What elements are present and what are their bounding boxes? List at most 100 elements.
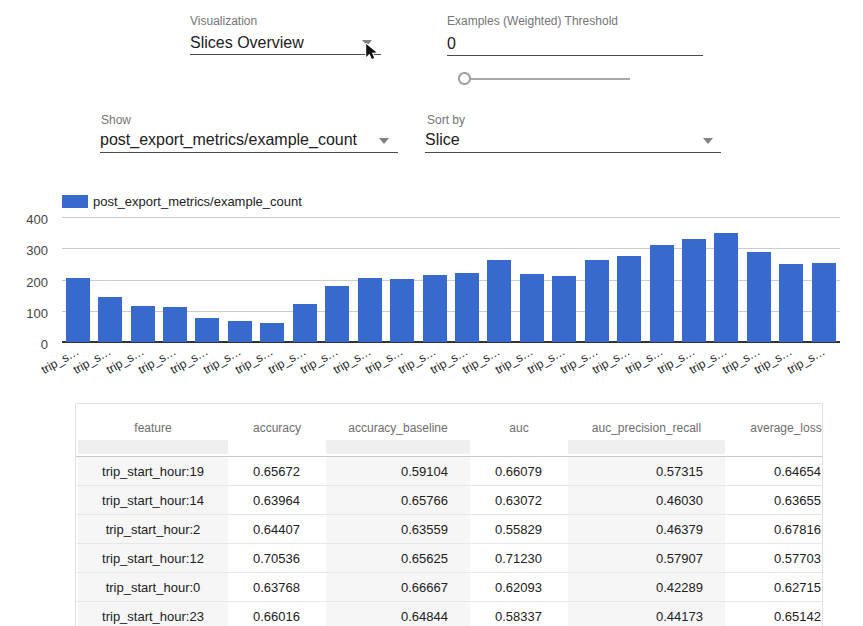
metric-cell: 0.64407 <box>230 515 324 543</box>
bar[interactable] <box>163 307 187 341</box>
bar[interactable] <box>520 274 544 342</box>
bar[interactable] <box>423 275 447 341</box>
filter-input[interactable] <box>568 440 725 454</box>
table-row[interactable]: trip_start_hour:20.644070.635590.55829 0.… <box>76 514 823 543</box>
y-axis-tick-label: 200 <box>8 276 48 289</box>
bar[interactable] <box>260 323 284 342</box>
bar[interactable] <box>812 263 836 342</box>
filter-input[interactable] <box>474 440 564 454</box>
bar[interactable] <box>714 233 738 342</box>
metric-cell: 0.63655 <box>727 486 823 514</box>
table-row[interactable]: trip_start_hour:140.639640.657660.630720… <box>76 485 823 514</box>
bar[interactable] <box>98 297 122 341</box>
sort-by-caret-icon[interactable] <box>703 138 713 144</box>
filter-cell <box>324 438 472 456</box>
metric-cell: 0.64844 <box>324 602 472 626</box>
feature-cell: trip_start_hour:12 <box>76 544 230 572</box>
table-row[interactable]: trip_start_hour:120.705360.656250.712300… <box>76 543 823 572</box>
metric-cell: 0.63768 <box>230 573 324 601</box>
y-axis-tick-label: 100 <box>8 307 48 320</box>
column-header-auc_precision_recall[interactable]: auc_precision_recall <box>566 404 727 438</box>
filter-cell <box>76 438 230 456</box>
column-header-feature[interactable]: feature <box>76 404 230 438</box>
sort-by-label: Sort by <box>427 114 465 126</box>
filter-cell <box>230 438 324 456</box>
metric-cell: 0.57907 <box>566 544 727 572</box>
show-caret-icon[interactable] <box>379 138 389 144</box>
bar[interactable] <box>66 278 90 342</box>
metric-cell: 0.67816 <box>727 515 823 543</box>
metric-cell: 0.65766 <box>324 486 472 514</box>
metric-cell: 0.70536 <box>230 544 324 572</box>
metric-cell: 0.63964 <box>230 486 324 514</box>
feature-cell: trip_start_hour:19 <box>76 457 230 485</box>
metric-cell: 0.63559 <box>324 515 472 543</box>
bar[interactable] <box>358 278 382 342</box>
gridline <box>62 217 841 218</box>
show-select[interactable]: post_export_metrics/example_count <box>100 132 357 148</box>
bar[interactable] <box>455 273 479 342</box>
filter-cell <box>472 438 566 456</box>
y-axis-tick-label: 0 <box>8 338 48 351</box>
visualization-underline <box>190 54 381 55</box>
filter-input[interactable] <box>326 440 470 454</box>
bar[interactable] <box>585 260 609 341</box>
table-header-row: featureaccuracyaccuracy_baselineaucauc_p… <box>76 404 823 438</box>
column-header-accuracy_baseline[interactable]: accuracy_baseline <box>324 404 472 438</box>
metric-cell: 0.66667 <box>324 573 472 601</box>
bar[interactable] <box>747 252 771 342</box>
bar[interactable] <box>131 306 155 341</box>
filter-input[interactable] <box>232 440 322 454</box>
metric-cell: 0.44173 <box>566 602 727 626</box>
filter-cell <box>727 438 823 456</box>
metric-cell: 0.46030 <box>566 486 727 514</box>
show-underline <box>100 152 398 153</box>
column-header-average_loss[interactable]: average_loss <box>727 404 823 438</box>
metric-cell: 0.59104 <box>324 457 472 485</box>
bar[interactable] <box>390 279 414 342</box>
threshold-slider-track[interactable] <box>463 78 630 80</box>
visualization-label: Visualization <box>190 15 257 27</box>
feature-cell: trip_start_hour:2 <box>76 515 230 543</box>
metric-cell: 0.57703 <box>727 544 823 572</box>
column-header-accuracy[interactable]: accuracy <box>230 404 324 438</box>
table-row[interactable]: trip_start_hour:190.656720.591040.660790… <box>76 456 823 485</box>
threshold-input[interactable]: 0 <box>447 36 456 52</box>
bar[interactable] <box>650 245 674 342</box>
bar[interactable] <box>779 264 803 342</box>
show-label: Show <box>101 114 131 126</box>
filter-cell <box>566 438 727 456</box>
table-row[interactable]: trip_start_hour:00.637680.666670.620930.… <box>76 572 823 601</box>
bar[interactable] <box>682 239 706 342</box>
metric-cell: 0.55829 <box>472 515 566 543</box>
threshold-slider-knob[interactable] <box>458 72 471 85</box>
threshold-label: Examples (Weighted) Threshold <box>447 15 618 27</box>
metrics-table: featureaccuracyaccuracy_baselineaucauc_p… <box>75 403 823 626</box>
feature-cell: trip_start_hour:23 <box>76 602 230 626</box>
filter-input[interactable] <box>729 440 823 454</box>
y-axis-tick-label: 300 <box>8 244 48 257</box>
metric-cell: 0.71230 <box>472 544 566 572</box>
table-row[interactable]: trip_start_hour:230.660160.648440.583370… <box>76 601 823 626</box>
metric-cell: 0.57315 <box>566 457 727 485</box>
bar[interactable] <box>325 286 349 342</box>
legend-label: post_export_metrics/example_count <box>93 195 302 208</box>
column-header-auc[interactable]: auc <box>472 404 566 438</box>
bar[interactable] <box>195 318 219 341</box>
metric-cell: 0.64654 <box>727 457 823 485</box>
bar[interactable] <box>293 304 317 341</box>
visualization-select[interactable]: Slices Overview <box>190 35 304 51</box>
feature-cell: trip_start_hour:14 <box>76 486 230 514</box>
feature-cell: trip_start_hour:0 <box>76 573 230 601</box>
bar[interactable] <box>228 321 252 341</box>
bar[interactable] <box>552 276 576 341</box>
filter-input[interactable] <box>78 440 228 454</box>
sort-by-select[interactable]: Slice <box>425 132 460 148</box>
metric-cell: 0.66016 <box>230 602 324 626</box>
bar[interactable] <box>487 260 511 342</box>
legend-swatch <box>62 195 88 208</box>
bar[interactable] <box>617 256 641 342</box>
threshold-underline <box>447 55 703 56</box>
metric-cell: 0.62715 <box>727 573 823 601</box>
metric-cell: 0.65672 <box>230 457 324 485</box>
